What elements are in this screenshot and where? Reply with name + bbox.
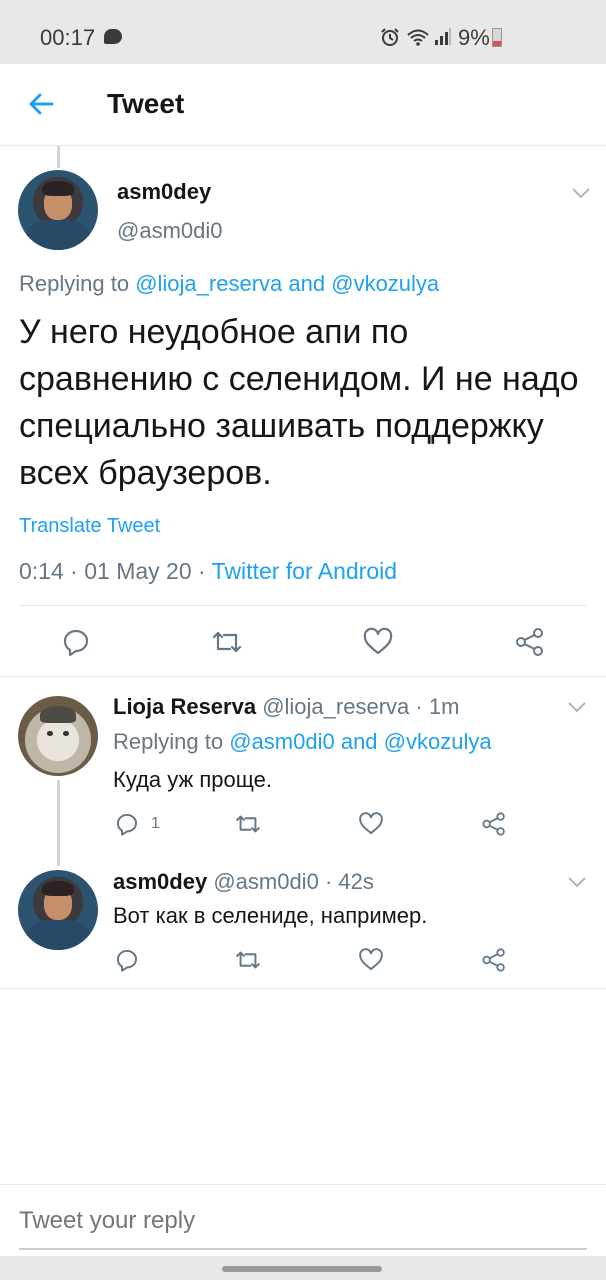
mention-link[interactable]: @lioja_reserva — [135, 271, 282, 296]
thread-line — [57, 146, 60, 168]
heart-icon — [359, 812, 383, 835]
share-icon — [516, 628, 543, 656]
wifi-icon — [407, 29, 429, 46]
home-gesture-handle[interactable] — [222, 1266, 382, 1272]
avatar[interactable] — [18, 870, 98, 950]
chevron-down-icon[interactable] — [566, 875, 588, 889]
reply-button[interactable] — [113, 946, 141, 974]
tweet-meta: 0:14 · 01 May 20 · Twitter for Android — [19, 558, 398, 584]
mention-link[interactable]: @vkozulya — [331, 271, 439, 296]
retweet-button[interactable] — [234, 810, 262, 838]
mention-link[interactable]: @asm0di0 — [229, 729, 335, 754]
reply-icon — [116, 949, 138, 972]
header: Tweet — [0, 64, 606, 146]
like-button[interactable] — [357, 810, 385, 838]
tweet-time: 0:14 — [19, 558, 64, 584]
author-handle[interactable]: @asm0di0 — [213, 869, 319, 894]
chevron-down-icon[interactable] — [566, 700, 588, 714]
avatar[interactable] — [18, 696, 98, 776]
tweet-date: 01 May 20 — [84, 558, 192, 584]
share-icon — [482, 812, 505, 836]
translate-link[interactable]: Translate Tweet — [19, 515, 160, 538]
retweet-icon — [236, 815, 260, 833]
author-name[interactable]: Lioja Reserva — [113, 694, 256, 719]
reply-count: 1 — [151, 815, 160, 832]
input-underline — [19, 1248, 587, 1250]
like-button[interactable] — [361, 625, 395, 659]
reply-icon — [116, 813, 138, 836]
share-icon — [482, 948, 505, 972]
alarm-icon — [381, 28, 399, 46]
signal-icon — [435, 28, 451, 45]
arrow-left-icon — [29, 93, 54, 115]
retweet-icon — [212, 631, 242, 653]
page-title: Tweet — [107, 88, 185, 119]
battery-percent: 9% — [458, 25, 490, 50]
tweet-text: У него неудобное апи по сравнению с селе… — [19, 313, 579, 492]
author-name[interactable]: asm0dey — [117, 179, 211, 205]
mention-link[interactable]: @vkozulya — [384, 729, 492, 754]
status-time: 00:17 — [40, 25, 96, 50]
tweet-time: 1m — [428, 694, 460, 719]
reply-icon — [63, 629, 89, 657]
reply-input[interactable] — [19, 1207, 587, 1235]
heart-icon — [363, 627, 393, 655]
author-handle[interactable]: @lioja_reserva — [262, 694, 409, 719]
retweet-button[interactable] — [234, 946, 262, 974]
avatar[interactable] — [18, 170, 98, 250]
back-button[interactable] — [22, 84, 62, 124]
reply-button[interactable] — [113, 810, 141, 838]
replying-to: Replying to @asm0di0 and @vkozulya — [113, 729, 492, 754]
heart-icon — [359, 948, 383, 971]
divider — [0, 676, 606, 677]
like-button[interactable] — [357, 946, 385, 974]
reply-author: Lioja Reserva @lioja_reserva · 1m — [113, 694, 460, 719]
tweet-source[interactable]: Twitter for Android — [212, 558, 397, 584]
retweet-button[interactable] — [210, 625, 244, 659]
reply-button[interactable] — [59, 625, 93, 659]
chevron-down-icon[interactable] — [570, 186, 592, 200]
status-bar: 00:17 9% — [0, 0, 606, 64]
chat-bubble-icon — [104, 29, 122, 44]
reply-author: asm0dey @asm0di0 · 42s — [113, 869, 374, 894]
share-button[interactable] — [513, 625, 547, 659]
battery-icon — [492, 28, 502, 47]
tweet-text: Вот как в селениде, например. — [113, 903, 428, 928]
retweet-icon — [236, 951, 260, 969]
author-name[interactable]: asm0dey — [113, 869, 207, 894]
author-handle[interactable]: @asm0di0 — [117, 218, 223, 244]
share-button[interactable] — [480, 946, 508, 974]
divider — [0, 988, 606, 989]
divider — [19, 605, 587, 606]
replying-to: Replying to @lioja_reserva and @vkozulya — [19, 271, 440, 296]
tweet-text: Куда уж проще. — [113, 767, 272, 792]
tweet-time: 42s — [338, 869, 374, 894]
thread-line — [57, 780, 60, 866]
share-button[interactable] — [480, 810, 508, 838]
